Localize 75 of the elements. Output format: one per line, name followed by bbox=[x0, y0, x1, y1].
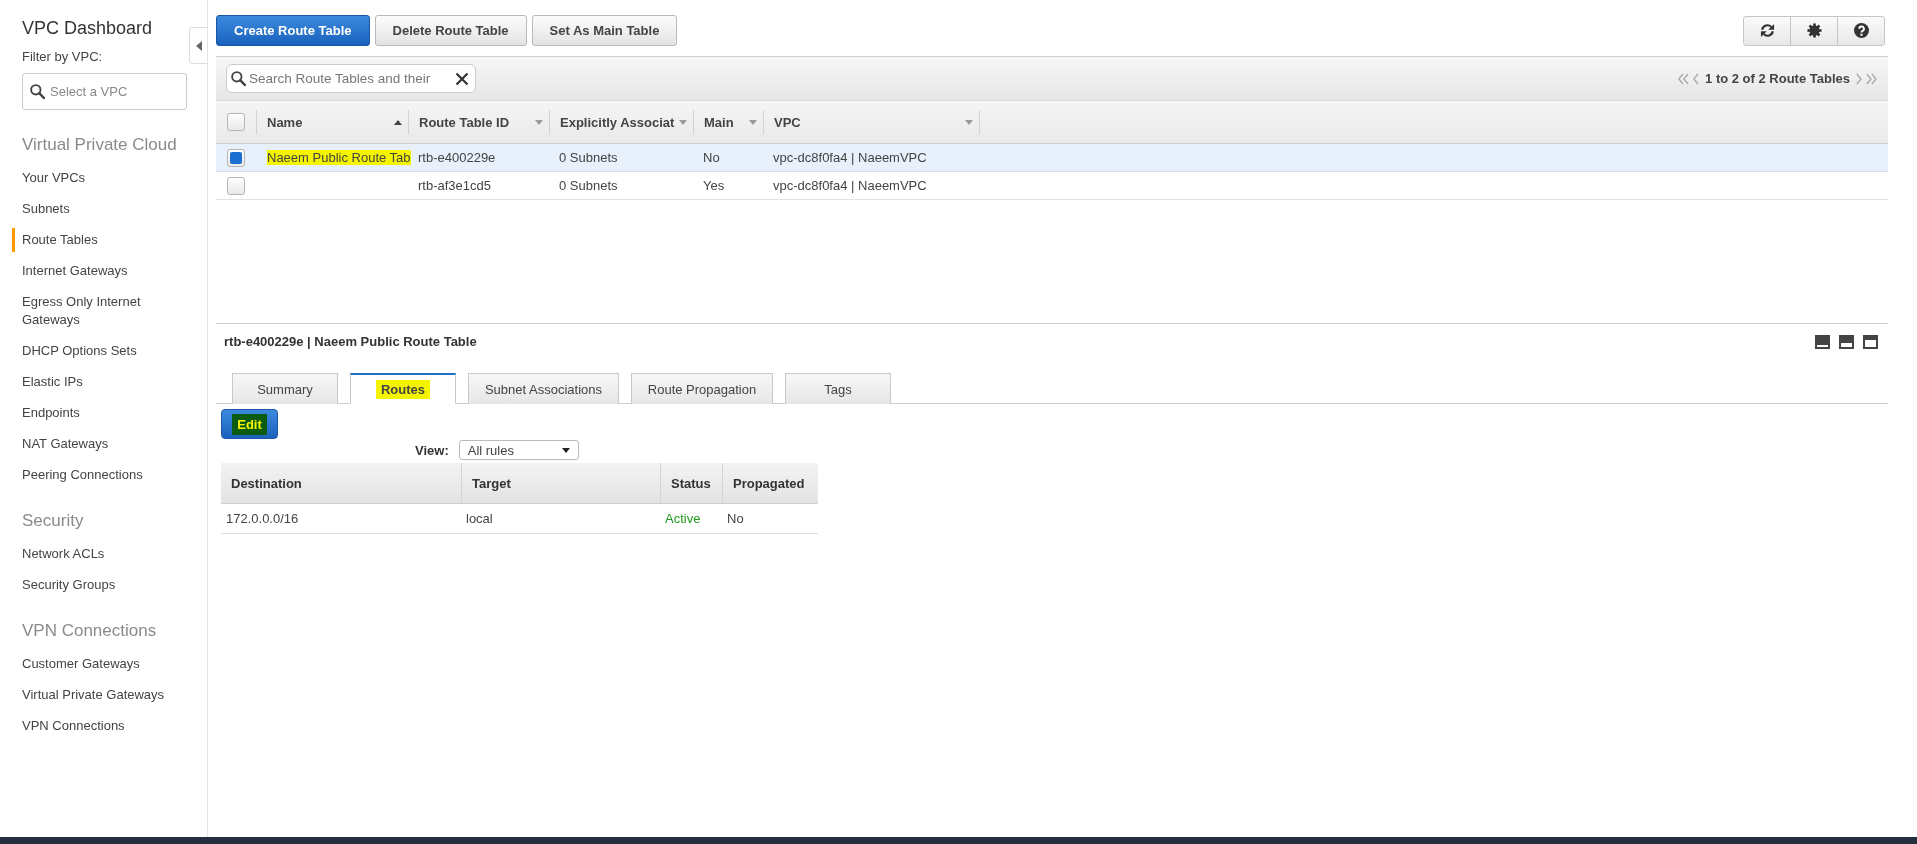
sidebar-link[interactable]: Internet Gateways bbox=[12, 255, 189, 287]
detail-tab[interactable]: Summary bbox=[232, 373, 338, 404]
sidebar-link[interactable]: Virtual Private Gateways bbox=[12, 679, 189, 711]
route-status: Active bbox=[665, 511, 701, 526]
detail-tab[interactable]: Tags bbox=[785, 373, 891, 404]
sidebar-link[interactable]: Elastic IPs bbox=[12, 366, 189, 398]
view-label: View: bbox=[415, 442, 449, 458]
sidebar-link[interactable]: DHCP Options Sets bbox=[12, 335, 189, 367]
panel-layout-medium-icon[interactable] bbox=[1839, 335, 1854, 349]
sidebar-link[interactable]: Security Groups bbox=[12, 569, 189, 601]
detail-tab[interactable]: Routes bbox=[350, 373, 456, 404]
association-count: 0 Subnets bbox=[559, 178, 618, 193]
column-header: Target bbox=[461, 463, 660, 503]
clear-icon[interactable] bbox=[455, 71, 469, 86]
route-table-id: rtb-e400229e bbox=[418, 150, 496, 165]
refresh-icon bbox=[1759, 23, 1775, 38]
column-header: Destination bbox=[230, 474, 303, 493]
edit-button[interactable]: Edit bbox=[221, 409, 278, 439]
sidebar-link[interactable]: Egress Only Internet Gateways bbox=[12, 286, 189, 336]
row-checkbox[interactable] bbox=[227, 148, 245, 167]
table-row[interactable]: Naeem Public Route Tab rtb-e400229e 0 Subnets No vpc-dc8f0fa4 | NaeemVPC bbox=[216, 144, 1888, 172]
route-target: local bbox=[466, 511, 493, 526]
settings-button[interactable] bbox=[1790, 15, 1838, 46]
association-count: 0 Subnets bbox=[559, 150, 618, 165]
detail-tab[interactable]: Route Propagation bbox=[631, 373, 773, 404]
caret-down-icon bbox=[561, 447, 570, 453]
column-header[interactable]: VPC bbox=[764, 101, 979, 143]
sidebar-link[interactable]: Your VPCs bbox=[12, 162, 189, 194]
column-header[interactable]: Main bbox=[694, 101, 763, 143]
select-all-checkbox[interactable] bbox=[227, 113, 245, 131]
column-header[interactable]: Route Table ID bbox=[409, 101, 549, 143]
route-propagated: No bbox=[727, 511, 744, 526]
sidebar-link[interactable]: Subnets bbox=[12, 193, 189, 225]
pagination-status: 1 to 2 of 2 Route Tables bbox=[1705, 71, 1850, 86]
main-table-value: Yes bbox=[703, 178, 725, 193]
help-icon bbox=[1853, 23, 1869, 38]
sidebar-link[interactable]: VPN Connections bbox=[12, 710, 189, 742]
settings-icon bbox=[1806, 23, 1822, 38]
section-heading: VPN Connections bbox=[22, 620, 158, 642]
caret-left-icon bbox=[195, 40, 202, 51]
sidebar-link[interactable]: Customer Gateways bbox=[12, 648, 189, 680]
sidebar-link[interactable]: Peering Connections bbox=[12, 459, 189, 491]
help-button[interactable] bbox=[1837, 15, 1885, 46]
primary-button[interactable]: Create Route Table bbox=[216, 15, 370, 46]
detail-tab[interactable]: Subnet Associations bbox=[468, 373, 619, 404]
section-heading: Virtual Private Cloud bbox=[22, 134, 178, 156]
panel-layout-large-icon[interactable] bbox=[1863, 335, 1878, 349]
refresh-button[interactable] bbox=[1743, 15, 1791, 46]
column-header: Propagated bbox=[722, 463, 818, 503]
vpc-label: vpc-dc8f0fa4 | NaeemVPC bbox=[773, 150, 927, 165]
search-icon bbox=[231, 71, 246, 86]
sidebar-link[interactable]: Network ACLs bbox=[12, 538, 189, 570]
search-field[interactable]: Search Route Tables and their bbox=[226, 64, 476, 93]
row-checkbox[interactable] bbox=[227, 176, 245, 195]
sidebar-link[interactable]: NAT Gateways bbox=[12, 428, 189, 460]
route-table-id: rtb-af3e1cd5 bbox=[418, 178, 491, 193]
main-table-value: No bbox=[703, 150, 720, 165]
route-table-name: Naeem Public Route Tab bbox=[267, 150, 411, 165]
sidebar-link[interactable]: Endpoints bbox=[12, 397, 189, 429]
filter-label: Filter by VPC: bbox=[21, 48, 104, 66]
column-header[interactable]: Name bbox=[257, 101, 408, 143]
view-select[interactable]: All rules bbox=[458, 440, 579, 460]
route-destination: 172.0.0.0/16 bbox=[226, 511, 299, 526]
vpc-label: vpc-dc8f0fa4 | NaeemVPC bbox=[773, 178, 927, 193]
collapse-sidebar-button[interactable] bbox=[189, 27, 207, 64]
search-icon bbox=[30, 84, 45, 99]
column-header: Status bbox=[660, 463, 722, 503]
dashboard-title: VPC Dashboard bbox=[21, 17, 154, 39]
detail-title: rtb-e400229e | Naeem Public Route Table bbox=[224, 333, 478, 351]
toolbar-button[interactable]: Delete Route Table bbox=[374, 15, 527, 46]
vpc-filter-field[interactable]: Select a VPC bbox=[22, 73, 187, 110]
section-heading: Security bbox=[22, 510, 85, 532]
toolbar-button[interactable]: Set As Main Table bbox=[531, 15, 678, 46]
column-header[interactable]: Explicitly Associat bbox=[550, 101, 693, 143]
panel-layout-small-icon[interactable] bbox=[1815, 335, 1830, 349]
